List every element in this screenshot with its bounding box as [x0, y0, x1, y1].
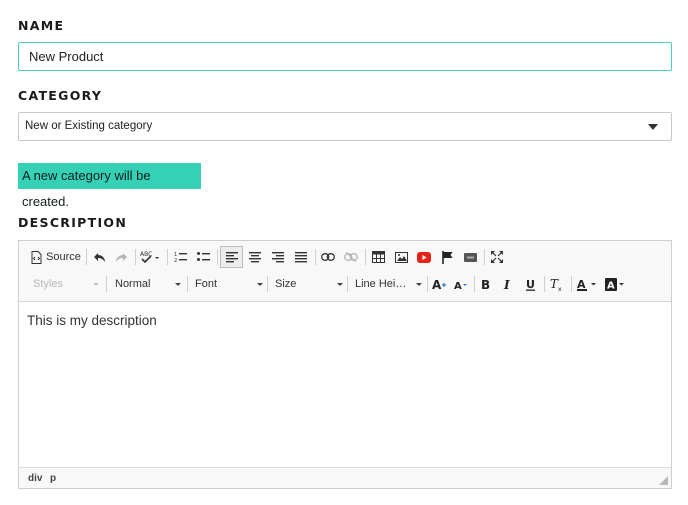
- numbered-list-icon: 12: [174, 252, 187, 263]
- name-label: NAME: [18, 18, 65, 33]
- background-color-button[interactable]: A: [602, 273, 628, 295]
- path-item-div[interactable]: div: [28, 473, 42, 484]
- spellcheck-button[interactable]: ABC: [138, 246, 162, 268]
- format-value: Normal: [115, 278, 151, 290]
- size-dropdown[interactable]: Size: [269, 273, 347, 295]
- path-item-p[interactable]: p: [50, 473, 56, 484]
- format-dropdown[interactable]: Normal: [109, 273, 185, 295]
- bold-icon: B: [481, 278, 490, 290]
- line-height-value: Line Hei…: [355, 278, 407, 290]
- underline-icon: U: [526, 278, 535, 291]
- image-icon: [394, 251, 408, 263]
- increase-font-icon: A: [432, 278, 446, 290]
- resize-handle-icon[interactable]: [659, 476, 668, 485]
- anchor-button[interactable]: [437, 246, 457, 268]
- bold-button[interactable]: B: [476, 273, 496, 295]
- image-button[interactable]: [391, 246, 411, 268]
- chevron-down-icon: [257, 283, 263, 286]
- svg-text:A: A: [454, 281, 462, 290]
- source-icon: [31, 250, 42, 264]
- align-left-button[interactable]: [220, 246, 243, 268]
- remove-format-icon: Tx: [550, 278, 562, 291]
- table-button[interactable]: [368, 246, 388, 268]
- align-center-button[interactable]: [245, 246, 265, 268]
- svg-text:A: A: [432, 278, 442, 290]
- name-input[interactable]: [18, 42, 672, 71]
- chevron-down-icon: [175, 283, 181, 286]
- new-category-notice: A new category will be created.: [18, 163, 201, 209]
- remove-format-button[interactable]: Tx: [546, 273, 568, 295]
- increase-font-button[interactable]: A: [429, 273, 449, 295]
- font-value: Font: [195, 278, 218, 290]
- align-left-icon: [225, 251, 238, 262]
- flag-icon: [441, 250, 452, 264]
- iframe-button[interactable]: [460, 246, 480, 268]
- maximize-button[interactable]: [487, 246, 507, 268]
- unlink-icon: [344, 252, 358, 262]
- redo-button[interactable]: [111, 246, 131, 268]
- svg-text:A: A: [607, 280, 615, 291]
- align-center-icon: [249, 251, 261, 262]
- description-label: DESCRIPTION: [18, 215, 128, 230]
- category-label: CATEGORY: [18, 88, 103, 103]
- maximize-icon: [491, 251, 503, 263]
- line-height-dropdown[interactable]: Line Hei…: [349, 273, 426, 295]
- link-icon: [321, 253, 335, 261]
- redo-icon: [115, 252, 127, 262]
- chevron-down-icon: [337, 283, 343, 286]
- undo-button[interactable]: [89, 246, 109, 268]
- caret-down-icon: [648, 124, 658, 130]
- youtube-icon: [417, 251, 431, 263]
- size-value: Size: [275, 278, 297, 290]
- underline-button[interactable]: U: [521, 273, 541, 295]
- text-color-button[interactable]: A: [574, 273, 600, 295]
- bulleted-list-icon: [196, 252, 210, 261]
- editor-toolbar: Source ABC 12 Styles Normal Font Size Li…: [19, 241, 671, 302]
- font-dropdown[interactable]: Font: [189, 273, 267, 295]
- chevron-down-icon: [416, 283, 422, 286]
- styles-dropdown[interactable]: Styles: [27, 273, 103, 295]
- undo-icon: [93, 252, 105, 262]
- justify-button[interactable]: [291, 246, 311, 268]
- svg-text:B: B: [481, 278, 490, 290]
- align-right-button[interactable]: [268, 246, 288, 268]
- spellcheck-icon: ABC: [140, 251, 159, 264]
- styles-value: Styles: [33, 278, 63, 290]
- iframe-icon: [463, 252, 477, 262]
- svg-text:I: I: [503, 278, 510, 290]
- source-button[interactable]: Source: [31, 246, 81, 268]
- youtube-button[interactable]: [414, 246, 434, 268]
- background-color-icon: A: [605, 277, 624, 291]
- italic-icon: I: [503, 278, 510, 290]
- italic-button[interactable]: I: [498, 273, 518, 295]
- category-select[interactable]: New or Existing category: [18, 112, 672, 141]
- svg-text:2: 2: [174, 258, 177, 263]
- align-right-icon: [272, 251, 284, 262]
- description-editor: Source ABC 12 Styles Normal Font Size Li…: [18, 240, 672, 489]
- description-content[interactable]: This is my description: [19, 303, 671, 466]
- justify-icon: [295, 251, 307, 262]
- editor-statusbar: div p: [19, 467, 671, 488]
- decrease-font-button[interactable]: A: [451, 273, 471, 295]
- table-icon: [371, 251, 385, 263]
- text-color-icon: A: [577, 278, 596, 291]
- source-label: Source: [46, 251, 81, 263]
- link-button[interactable]: [318, 246, 338, 268]
- numbered-list-button[interactable]: 12: [170, 246, 190, 268]
- unlink-button[interactable]: [341, 246, 361, 268]
- svg-text:x: x: [558, 286, 562, 291]
- category-selected-value: New or Existing category: [25, 120, 153, 132]
- decrease-font-icon: A: [454, 281, 467, 290]
- chevron-down-icon: [93, 283, 99, 286]
- svg-text:U: U: [526, 278, 535, 291]
- bulleted-list-button[interactable]: [193, 246, 213, 268]
